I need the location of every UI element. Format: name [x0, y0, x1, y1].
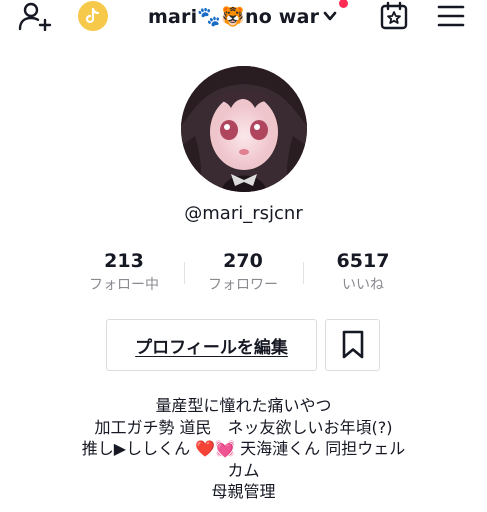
notification-dot	[339, 0, 348, 8]
likes-stat[interactable]: 6517 いいね	[303, 250, 423, 294]
followers-stat[interactable]: 270 フォロワー	[183, 250, 303, 294]
likes-count: 6517	[336, 250, 390, 272]
calendar-star-icon[interactable]	[378, 1, 410, 31]
top-bar: mari🐾🐯no war	[0, 0, 487, 34]
bio-line: カム	[227, 460, 260, 480]
chevron-down-icon	[323, 11, 337, 21]
followers-count: 270	[223, 250, 263, 272]
followers-label: フォロワー	[208, 277, 278, 293]
add-user-icon[interactable]	[18, 1, 52, 31]
bio-line: 量産型に憧れた痛いやつ	[155, 396, 332, 415]
following-label: フォロー中	[89, 277, 159, 293]
profile-bio: 量産型に憧れた痛いやつ 加工ガチ勢 道民 ネッ友欲しいお年頃(?) 推し▶ししく…	[40, 395, 447, 503]
tiktok-coin-icon[interactable]	[78, 1, 108, 31]
account-switcher[interactable]: mari🐾🐯no war	[148, 2, 337, 30]
edit-profile-button[interactable]: プロフィールを編集	[106, 319, 317, 371]
hamburger-menu-icon[interactable]	[436, 3, 466, 29]
username: @mari_rsjcnr	[184, 203, 303, 224]
avatar[interactable]	[181, 66, 307, 192]
bio-line: 推し▶ししくん ❤️💓 天海漣くん 同担ウェル	[81, 439, 406, 458]
bookmark-button[interactable]	[325, 319, 380, 371]
bio-line: 加工ガチ勢 道民 ネッ友欲しいお年頃(?)	[94, 417, 393, 437]
likes-label: いいね	[342, 277, 384, 293]
bio-line: 母親管理	[211, 482, 276, 501]
bookmark-icon	[342, 330, 363, 359]
following-stat[interactable]: 213 フォロー中	[64, 250, 184, 294]
following-count: 213	[104, 250, 144, 272]
page-title: mari🐾🐯no war	[148, 5, 320, 28]
